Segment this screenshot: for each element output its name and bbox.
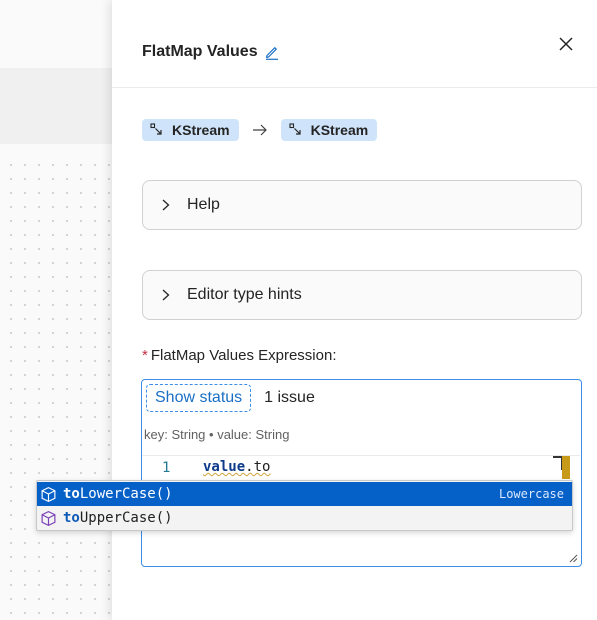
expression-editor[interactable]: Show status 1 issue key: String • value:… xyxy=(141,379,582,567)
arrow-right-icon xyxy=(252,124,267,136)
method-cube-icon xyxy=(41,510,56,526)
suggestion-match: to xyxy=(63,486,80,502)
help-accordion-label: Help xyxy=(187,196,220,213)
output-type-chip: KStream xyxy=(280,119,378,141)
method-cube-icon xyxy=(41,486,56,502)
canvas-gap xyxy=(0,144,112,158)
type-hint-text: key: String • value: String xyxy=(144,427,290,442)
canvas-toolbar-band xyxy=(0,68,112,144)
title-row: FlatMap Values xyxy=(142,43,280,61)
canvas-header-area xyxy=(0,0,112,68)
suggestion-rest: UpperCase() xyxy=(79,510,173,526)
stream-icon xyxy=(150,123,162,135)
panel-title: FlatMap Values xyxy=(142,43,258,60)
warning-marker xyxy=(562,456,570,479)
line-number: 1 xyxy=(162,460,171,476)
input-type-chip: KStream xyxy=(142,119,239,141)
code-line[interactable]: value.to xyxy=(203,459,270,475)
code-member: .to xyxy=(245,459,271,475)
suggestion-item[interactable]: to UpperCase() xyxy=(37,506,572,530)
suggestion-item[interactable]: to LowerCase() Lowercase xyxy=(37,482,572,506)
stream-icon xyxy=(289,123,301,135)
expression-label-text: FlatMap Values Expression: xyxy=(150,347,337,364)
suggestion-widget: to LowerCase() Lowercase to UpperCase() xyxy=(36,480,573,531)
chevron-right-icon xyxy=(162,289,170,301)
help-accordion[interactable]: Help xyxy=(142,180,582,230)
pencil-icon[interactable] xyxy=(264,44,280,60)
editor-status-row: Show status 1 issue xyxy=(146,384,315,412)
suggestion-rest: LowerCase() xyxy=(79,486,173,502)
chevron-right-icon xyxy=(162,199,170,211)
resize-handle-icon[interactable] xyxy=(568,553,578,563)
expression-label: * FlatMap Values Expression: xyxy=(142,347,336,364)
required-marker: * xyxy=(142,347,148,364)
suggestion-match: to xyxy=(63,510,80,526)
suggestion-detail: Lowercase xyxy=(498,487,564,501)
show-status-button[interactable]: Show status xyxy=(146,384,252,412)
type-hints-accordion[interactable]: Editor type hints xyxy=(142,270,582,320)
panel-header: FlatMap Values xyxy=(112,0,597,88)
type-hints-accordion-label: Editor type hints xyxy=(187,286,302,303)
stream-types: KStream KStream xyxy=(142,119,378,141)
close-icon[interactable] xyxy=(556,34,576,54)
issue-count: 1 issue xyxy=(264,389,315,406)
output-type-label: KStream xyxy=(310,122,369,138)
code-variable: value xyxy=(203,459,246,475)
input-type-label: KStream xyxy=(172,122,230,138)
